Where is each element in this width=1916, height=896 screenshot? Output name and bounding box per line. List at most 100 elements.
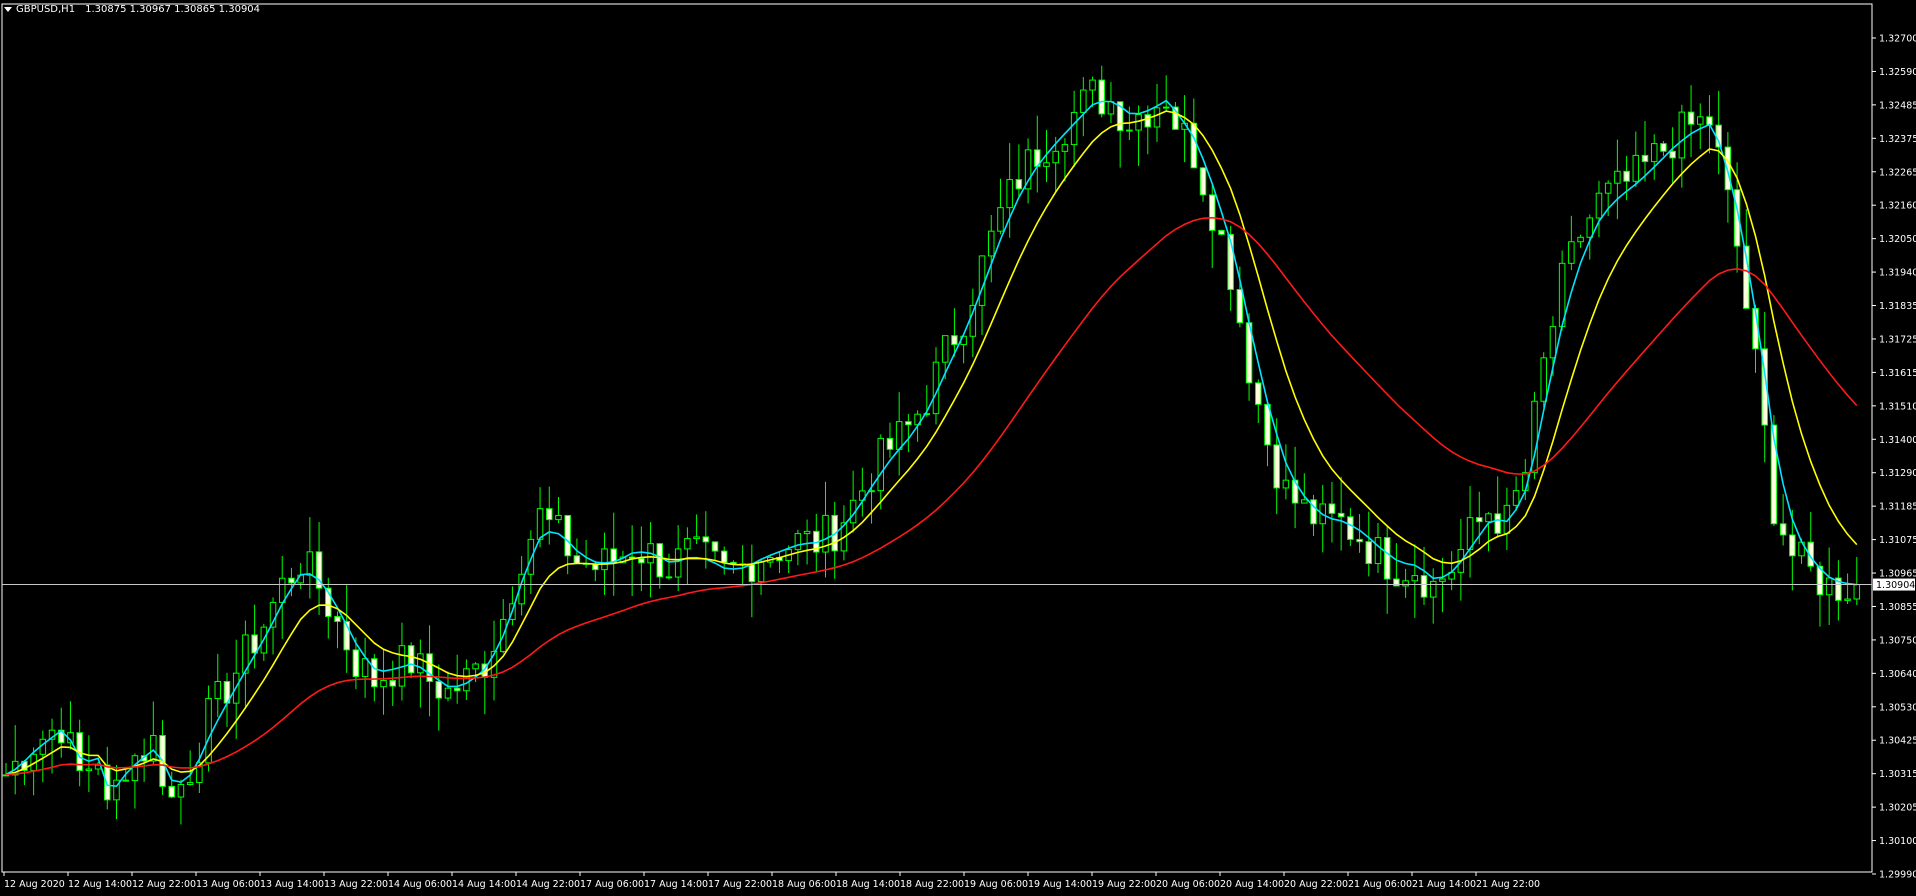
candle-body xyxy=(1549,326,1557,359)
candle-body xyxy=(168,785,176,798)
y-tick-label: 1.31400 xyxy=(1879,435,1916,446)
candle-body xyxy=(1669,150,1676,159)
dropdown-triangle-icon[interactable] xyxy=(4,7,12,12)
candle-body xyxy=(1328,503,1336,514)
candle-body xyxy=(1107,101,1115,115)
candle-body xyxy=(177,784,185,798)
y-tick-label: 1.31940 xyxy=(1879,268,1916,279)
candle-body xyxy=(601,548,608,571)
candle-body xyxy=(380,679,387,688)
candle-body xyxy=(1429,580,1437,598)
x-tick-label: 18 Aug 14:00 xyxy=(836,879,900,890)
candle-body xyxy=(334,615,341,622)
candle-body xyxy=(546,508,553,521)
candle-body xyxy=(1356,538,1363,543)
symbol-header[interactable]: GBPUSD,H1 1.30875 1.30967 1.30865 1.3090… xyxy=(4,4,260,15)
candle-body xyxy=(1512,490,1520,506)
candle-body xyxy=(1199,167,1207,196)
x-tick-label: 20 Aug 22:00 xyxy=(1284,879,1348,890)
candle-body xyxy=(1724,146,1732,191)
candle-body xyxy=(1347,516,1354,540)
x-tick-label: 20 Aug 06:00 xyxy=(1156,879,1220,890)
x-tick-label: 13 Aug 14:00 xyxy=(260,879,324,890)
y-tick-label: 1.31835 xyxy=(1879,301,1916,312)
candle-body xyxy=(472,663,479,670)
candle-body xyxy=(352,649,360,678)
candle-body xyxy=(1660,143,1667,152)
candle-body xyxy=(361,658,369,678)
candle-body xyxy=(1420,575,1428,598)
ohlc-values: 1.30875 1.30967 1.30865 1.30904 xyxy=(85,4,261,15)
candle-body xyxy=(1650,143,1658,163)
x-tick-label: 18 Aug 06:00 xyxy=(772,879,836,890)
candle-body xyxy=(555,514,562,521)
candle-body xyxy=(122,779,129,782)
candle-body xyxy=(1080,89,1087,113)
candle-body xyxy=(1439,578,1446,582)
y-tick-label: 1.30425 xyxy=(1879,736,1916,747)
x-tick-label: 12 Aug 2020 xyxy=(4,879,65,890)
candle-body xyxy=(1411,575,1419,582)
x-tick-label: 19 Aug 06:00 xyxy=(964,879,1028,890)
x-tick-label: 14 Aug 14:00 xyxy=(452,879,516,890)
candle-body xyxy=(1208,194,1216,231)
candle-body xyxy=(684,538,691,550)
candle-body xyxy=(1126,129,1133,132)
y-tick-label: 1.32375 xyxy=(1879,134,1916,145)
x-tick-label: 21 Aug 22:00 xyxy=(1476,879,1540,890)
x-tick-label: 17 Aug 14:00 xyxy=(644,879,708,890)
candle-body xyxy=(1255,382,1262,405)
x-tick-label: 13 Aug 22:00 xyxy=(324,879,388,890)
y-tick-label: 1.31075 xyxy=(1879,535,1916,546)
candle-body xyxy=(1273,444,1280,489)
candle-body xyxy=(1853,584,1861,600)
candle-body xyxy=(85,768,93,772)
y-tick-label: 1.30640 xyxy=(1879,669,1916,680)
candle-body xyxy=(794,533,802,551)
candle-body xyxy=(997,207,1004,232)
candle-body xyxy=(1614,170,1621,184)
candle-body xyxy=(656,543,664,578)
y-tick-label: 1.31290 xyxy=(1879,468,1916,479)
candle-body xyxy=(905,421,912,426)
x-tick-label: 20 Aug 14:00 xyxy=(1220,879,1284,890)
candle-body xyxy=(214,680,222,700)
x-tick-label: 19 Aug 22:00 xyxy=(1092,879,1156,890)
candle-body xyxy=(638,557,645,564)
candle-body xyxy=(674,548,682,578)
x-tick-label: 21 Aug 06:00 xyxy=(1348,879,1412,890)
candle-body xyxy=(527,538,535,575)
candle-body xyxy=(536,508,544,540)
candle-body xyxy=(1604,182,1612,194)
candle-body xyxy=(104,764,111,801)
candle-body xyxy=(693,536,700,540)
y-tick-label: 1.30855 xyxy=(1879,602,1916,613)
x-tick-label: 17 Aug 06:00 xyxy=(580,879,644,890)
candle-body xyxy=(1218,229,1225,235)
candle-body xyxy=(1144,114,1152,128)
candle-body xyxy=(1825,577,1833,596)
candle-body xyxy=(1162,106,1170,109)
y-tick-label: 1.30530 xyxy=(1879,702,1916,713)
candle-body xyxy=(886,437,894,450)
candle-body xyxy=(1043,162,1050,167)
candle-body xyxy=(186,781,194,786)
candle-body xyxy=(371,658,378,688)
y-tick-label: 1.32050 xyxy=(1879,234,1916,245)
candle-body xyxy=(1687,111,1695,125)
candle-body xyxy=(407,645,415,674)
candle-body xyxy=(288,577,295,584)
candle-body xyxy=(1006,179,1013,209)
candle-body xyxy=(389,679,396,687)
candle-body xyxy=(969,304,977,337)
x-tick-label: 14 Aug 06:00 xyxy=(388,879,452,890)
candle-body xyxy=(564,514,571,557)
symbol-label: GBPUSD,H1 xyxy=(16,4,76,15)
candle-body xyxy=(1153,107,1161,128)
candle-body xyxy=(251,634,258,654)
candle-body xyxy=(1485,513,1492,523)
candle-body xyxy=(1089,79,1096,91)
price-chart[interactable]: 1.32700 1.32590 1.32485 1.32375 1.32265 1.321… xyxy=(0,0,1916,896)
candle-body xyxy=(877,437,885,492)
x-tick-label: 14 Aug 22:00 xyxy=(516,879,580,890)
